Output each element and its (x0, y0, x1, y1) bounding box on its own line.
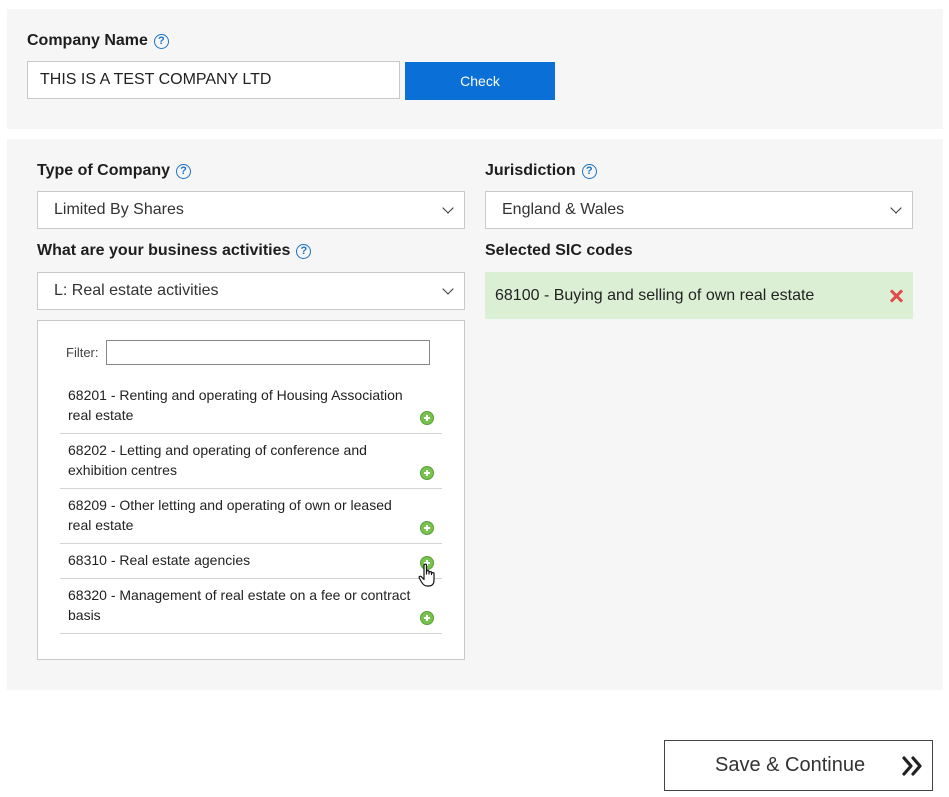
business-activities-label: What are your business activities ? (37, 242, 312, 260)
plus-circle-icon[interactable] (420, 611, 434, 625)
question-circle-icon[interactable]: ? (176, 163, 192, 179)
sic-list-item[interactable]: 68320 - Management of real estate on a f… (60, 583, 442, 634)
type-of-company-value: Limited By Shares (54, 201, 184, 218)
jurisdiction-value: England & Wales (502, 201, 625, 218)
selected-sic-codes-label-text: Selected SIC codes (485, 242, 633, 259)
remove-x-icon[interactable] (889, 289, 903, 303)
sic-list-item[interactable]: 68201 - Renting and operating of Housing… (60, 383, 442, 434)
question-circle-icon[interactable]: ? (153, 33, 169, 49)
company-name-label: Company Name ? (27, 32, 169, 50)
plus-circle-icon[interactable] (420, 466, 434, 480)
chevron-down-icon (442, 283, 454, 295)
filter-input[interactable] (106, 340, 430, 365)
sic-list-item[interactable]: 68202 - Letting and operating of confere… (60, 438, 442, 489)
jurisdiction-label-text: Jurisdiction (485, 162, 576, 179)
plus-circle-icon[interactable] (420, 521, 434, 535)
company-name-label-text: Company Name (27, 32, 148, 49)
chevron-down-icon (890, 202, 902, 214)
selected-sic-item: 68100 - Buying and selling of own real e… (485, 272, 913, 319)
sic-list-item[interactable]: 68310 - Real estate agencies (60, 548, 442, 579)
sic-code-list: Filter: 68201 - Renting and operating of… (37, 320, 465, 660)
selected-sic-codes-label: Selected SIC codes (485, 242, 633, 260)
question-circle-icon[interactable]: ? (581, 163, 597, 179)
business-activities-select[interactable]: L: Real estate activities (37, 272, 465, 310)
company-name-input[interactable]: THIS IS A TEST COMPANY LTD (27, 61, 400, 99)
sic-item-text: 68320 - Management of real estate on a f… (68, 587, 411, 623)
business-activities-label-text: What are your business activities (37, 242, 291, 259)
jurisdiction-select[interactable]: England & Wales (485, 191, 913, 229)
type-of-company-select[interactable]: Limited By Shares (37, 191, 465, 229)
plus-circle-icon[interactable] (420, 411, 434, 425)
save-continue-button[interactable]: Save & Continue (664, 740, 933, 791)
double-chevron-right-icon (902, 756, 922, 776)
hand-pointer-icon (418, 563, 435, 587)
question-circle-icon[interactable]: ? (296, 243, 312, 259)
sic-item-text: 68310 - Real estate agencies (68, 552, 251, 568)
sic-list-item[interactable]: 68209 - Other letting and operating of o… (60, 493, 442, 544)
selected-sic-text: 68100 - Buying and selling of own real e… (495, 286, 815, 304)
type-of-company-label-text: Type of Company (37, 162, 171, 179)
chevron-down-icon (442, 202, 454, 214)
business-activities-value: L: Real estate activities (54, 282, 219, 299)
check-button[interactable]: Check (405, 62, 555, 100)
type-of-company-label: Type of Company ? (37, 162, 192, 180)
sic-item-text: 68202 - Letting and operating of confere… (68, 442, 367, 478)
sic-item-text: 68209 - Other letting and operating of o… (68, 497, 392, 533)
save-continue-label: Save & Continue (715, 754, 866, 776)
sic-item-text: 68201 - Renting and operating of Housing… (68, 387, 403, 423)
jurisdiction-label: Jurisdiction ? (485, 162, 597, 180)
filter-label: Filter: (66, 345, 99, 360)
